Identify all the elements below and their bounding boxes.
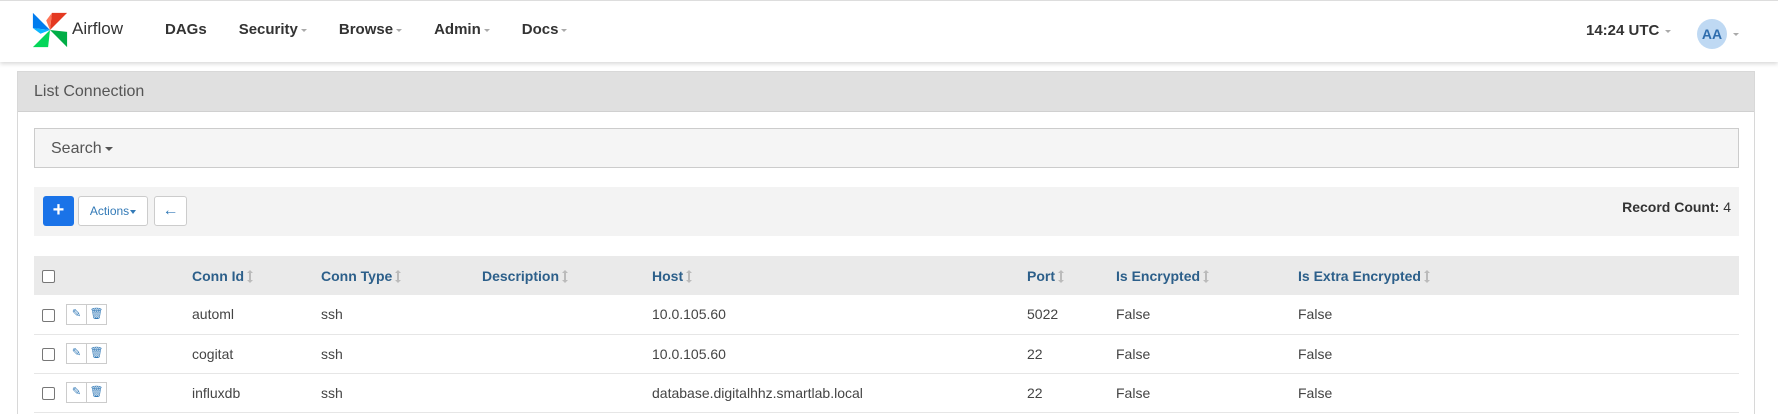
- cell-port: 22: [1027, 384, 1043, 401]
- trash-icon[interactable]: 🗑: [86, 382, 107, 403]
- cell-is-encrypted: False: [1116, 345, 1151, 362]
- list-connection-panel: List Connection Search + Actions ← Recor…: [17, 71, 1755, 414]
- search-toggle[interactable]: Search: [34, 128, 1739, 168]
- column-header-is-encrypted[interactable]: Is Encrypted: [1116, 256, 1298, 295]
- menu-dags[interactable]: DAGs: [165, 21, 207, 38]
- edit-icon[interactable]: ✎: [66, 343, 87, 364]
- menu-security[interactable]: Security: [239, 21, 307, 38]
- avatar: AA: [1697, 19, 1727, 49]
- cell-description: [482, 373, 652, 412]
- clock-dropdown[interactable]: 14:24 UTC: [1586, 22, 1672, 39]
- row-select-cell: [34, 373, 66, 412]
- list-toolbar: + Actions ← Record Count: 4: [34, 187, 1739, 236]
- row-select-cell: [34, 295, 66, 334]
- panel-title: List Connection: [18, 72, 1754, 112]
- caret-down-icon: [483, 28, 490, 32]
- caret-down-icon: [300, 28, 307, 32]
- cell-conn-id: automl: [192, 306, 235, 323]
- connections-table-wrap: Conn Id Conn Type Description Host Port …: [34, 256, 1739, 413]
- user-menu[interactable]: AA: [1697, 19, 1739, 49]
- select-all-checkbox[interactable]: [42, 270, 55, 284]
- caret-down-icon: [130, 209, 137, 214]
- sort-icon: [562, 270, 569, 284]
- row-checkbox[interactable]: [42, 309, 55, 323]
- column-header-port[interactable]: Port: [1027, 256, 1116, 295]
- main-menu: DAGs Security Browse Admin Docs: [165, 21, 599, 38]
- sort-icon: [686, 270, 693, 284]
- cell-conn-type: ssh: [321, 345, 343, 362]
- sort-icon: [1058, 270, 1064, 284]
- row-actions-cell: ✎ 🗑: [66, 373, 192, 412]
- record-count-value: 4: [1723, 199, 1731, 215]
- sort-icon: [247, 270, 254, 284]
- cell-is-extra-encrypted: False: [1298, 306, 1333, 323]
- cell-host: 10.0.105.60: [652, 345, 726, 362]
- record-count: Record Count: 4: [1622, 199, 1731, 215]
- cell-port: 22: [1027, 345, 1043, 362]
- row-actions-cell: ✎ 🗑: [66, 334, 192, 373]
- column-header-is-extra-encrypted[interactable]: Is Extra Encrypted: [1298, 256, 1739, 295]
- menu-browse[interactable]: Browse: [339, 21, 403, 38]
- trash-icon[interactable]: 🗑: [86, 343, 107, 364]
- actions-dropdown-button[interactable]: Actions: [78, 196, 148, 226]
- caret-down-icon: [561, 28, 568, 32]
- table-row: ✎ 🗑 automl ssh 10.0.105.60 5022 False Fal…: [34, 295, 1739, 334]
- table-header-row: Conn Id Conn Type Description Host Port …: [34, 256, 1739, 295]
- cell-conn-id: cogitat: [192, 345, 234, 362]
- cell-description: [482, 295, 652, 334]
- menu-docs[interactable]: Docs: [522, 21, 568, 38]
- edit-icon[interactable]: ✎: [66, 303, 87, 325]
- record-count-label: Record Count:: [1622, 199, 1720, 215]
- actions-column-header: [66, 256, 192, 295]
- cell-is-encrypted: False: [1116, 306, 1151, 323]
- top-navbar: Airflow DAGs Security Browse Admin Docs …: [0, 0, 1778, 62]
- caret-down-icon: [1733, 32, 1739, 36]
- sort-icon: [1203, 270, 1210, 284]
- caret-down-icon: [104, 146, 113, 151]
- brand-link[interactable]: Airflow: [31, 11, 123, 49]
- column-header-description[interactable]: Description: [482, 256, 652, 295]
- plus-icon: +: [52, 199, 65, 221]
- cell-is-encrypted: False: [1116, 384, 1151, 401]
- column-header-conn-type[interactable]: Conn Type: [321, 256, 482, 295]
- trash-icon[interactable]: 🗑: [86, 303, 107, 325]
- search-label: Search: [51, 140, 102, 157]
- back-button[interactable]: ←: [154, 196, 187, 226]
- row-actions-cell: ✎ 🗑: [66, 295, 192, 334]
- caret-down-icon: [1665, 29, 1672, 33]
- menu-admin[interactable]: Admin: [434, 21, 490, 38]
- brand-name: Airflow: [72, 19, 124, 38]
- caret-down-icon: [396, 28, 403, 32]
- add-record-button[interactable]: +: [43, 196, 74, 226]
- cell-host: database.digitalhhz.smartlab.local: [652, 384, 863, 401]
- table-row: ✎ 🗑 cogitat ssh 10.0.105.60 22 False Fals…: [34, 334, 1739, 373]
- sort-icon: [1423, 270, 1430, 284]
- arrow-left-icon: ←: [162, 202, 179, 219]
- cell-is-extra-encrypted: False: [1298, 345, 1333, 362]
- table-row: ✎ 🗑 influxdb ssh database.digitalhhz.smar…: [34, 373, 1739, 412]
- cell-is-extra-encrypted: False: [1298, 384, 1333, 401]
- column-header-host[interactable]: Host: [652, 256, 1027, 295]
- cell-conn-type: ssh: [321, 384, 343, 401]
- row-checkbox[interactable]: [42, 348, 55, 362]
- cell-host: 10.0.105.60: [652, 306, 726, 323]
- sort-icon: [395, 270, 402, 284]
- cell-port: 5022: [1027, 306, 1059, 323]
- row-checkbox[interactable]: [42, 387, 55, 401]
- clock-text: 14:24 UTC: [1586, 22, 1660, 39]
- cell-conn-type: ssh: [321, 306, 343, 323]
- column-header-conn-id[interactable]: Conn Id: [192, 256, 321, 295]
- select-all-cell: [34, 256, 66, 295]
- connections-table: Conn Id Conn Type Description Host Port …: [34, 256, 1739, 413]
- cell-description: [482, 334, 652, 373]
- actions-label: Actions: [89, 204, 130, 218]
- cell-conn-id: influxdb: [192, 384, 241, 401]
- edit-icon[interactable]: ✎: [66, 382, 87, 403]
- airflow-logo-icon: [32, 12, 68, 48]
- row-select-cell: [34, 334, 66, 373]
